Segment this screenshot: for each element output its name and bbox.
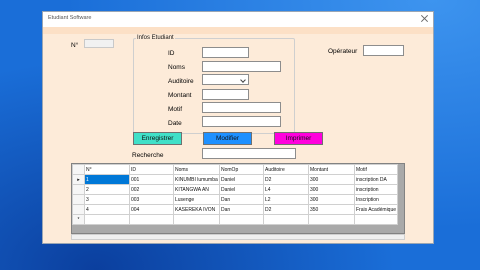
table-cell[interactable]: D2 [263,174,309,185]
table-cell[interactable]: 3 [84,194,130,205]
current-row-arrow-icon[interactable]: ▸ [72,174,85,185]
table-cell[interactable]: 300 [308,174,355,185]
menu-strip [43,27,433,34]
title-bar[interactable]: Etudiant Software [43,12,433,28]
table-cell[interactable] [263,214,309,225]
horizontal-scrollbar[interactable] [71,234,405,240]
save-button[interactable]: Enregistrer [133,132,182,145]
id-label: ID [168,50,175,57]
row-header-corner [72,164,85,175]
table-cell[interactable]: 002 [129,184,174,195]
date-field[interactable] [202,116,281,127]
table-row[interactable]: 4 004 KASEREKA IVON Dan D2 350 Frais Aca… [72,204,399,215]
table-cell[interactable]: Inscription [353,194,399,205]
table-cell[interactable]: 350 [308,204,355,215]
table-cell[interactable]: KINUMBI lumumba [173,174,220,185]
table-cell[interactable] [173,214,220,225]
table-cell[interactable]: L4 [263,184,309,195]
motif-label: Motif [168,106,183,113]
new-row-asterisk-icon[interactable]: * [72,214,85,225]
table-row[interactable]: ▸ 1 001 KINUMBI lumumba Daniel D2 300 in… [72,174,399,185]
column-header[interactable]: Auditoire [263,164,309,175]
table-cell[interactable]: D2 [263,204,309,215]
table-cell[interactable]: 4 [84,204,130,215]
chevron-down-icon [241,78,246,83]
table-row[interactable]: 3 003 Lusenge Dan L2 300 Inscription [72,194,399,205]
print-button[interactable]: Imprimer [274,132,323,145]
search-label: Recherche [132,152,164,159]
window-title: Etudiant Software [48,15,92,21]
table-cell[interactable]: 300 [308,194,355,205]
row-header[interactable] [72,204,85,215]
app-window: Etudiant Software N° Opérateur Infos Etu… [42,11,434,244]
table-cell[interactable]: 300 [308,184,355,195]
table-cell[interactable]: L2 [263,194,309,205]
table-cell[interactable]: Frais Académique [353,204,399,215]
table-cell[interactable] [129,214,174,225]
table-header-row: N° ID Noms NomOp Auditoire Montant Motif [72,164,399,175]
montant-field[interactable] [202,89,249,100]
auditoire-label: Auditoire [168,78,194,85]
number-field [84,39,114,48]
montant-label: Montant [168,92,192,99]
row-header[interactable] [72,194,85,205]
noms-label: Noms [168,64,185,71]
new-row[interactable]: * [72,214,399,225]
date-label: Date [168,120,182,127]
column-header[interactable]: Motif [353,164,399,175]
table-cell[interactable]: Dan [219,204,264,215]
operator-field[interactable] [363,45,404,56]
table-cell[interactable]: inscription DA [353,174,399,185]
table-cell[interactable]: KASEREKA IVON [173,204,220,215]
table-cell[interactable]: inscription [353,184,399,195]
column-header[interactable]: NomOp [219,164,264,175]
close-icon[interactable] [420,14,429,23]
table-cell[interactable]: Daniel [219,184,264,195]
table-cell[interactable] [219,214,264,225]
table-cell[interactable]: Daniel [219,174,264,185]
auditoire-select[interactable] [202,74,249,85]
table-cell[interactable]: 004 [129,204,174,215]
table-cell[interactable]: 001 [129,174,174,185]
table-cell[interactable]: 1 [84,174,130,185]
column-header[interactable]: ID [129,164,174,175]
motif-field[interactable] [202,102,281,113]
number-label: N° [71,42,79,49]
row-header[interactable] [72,184,85,195]
column-header[interactable]: Montant [308,164,355,175]
table-cell[interactable]: KITANGWA AN [173,184,220,195]
operator-label: Opérateur [328,48,358,55]
edit-button[interactable]: Modifier [203,132,252,145]
table-cell[interactable]: Lusenge [173,194,220,205]
table-cell[interactable]: 003 [129,194,174,205]
table-cell[interactable] [353,214,399,225]
table-cell[interactable] [84,214,130,225]
table-cell[interactable] [308,214,355,225]
table-cell[interactable]: Dan [219,194,264,205]
column-header[interactable]: N° [84,164,130,175]
table-row[interactable]: 2 002 KITANGWA AN Daniel L4 300 inscript… [72,184,399,195]
search-input[interactable] [202,148,296,159]
id-field[interactable] [202,47,249,58]
noms-field[interactable] [202,61,281,72]
student-table[interactable]: N° ID Noms NomOp Auditoire Montant Motif… [71,163,405,234]
table-cell[interactable]: 2 [84,184,130,195]
column-header[interactable]: Noms [173,164,220,175]
group-title: Infos Etudiant [136,35,175,41]
